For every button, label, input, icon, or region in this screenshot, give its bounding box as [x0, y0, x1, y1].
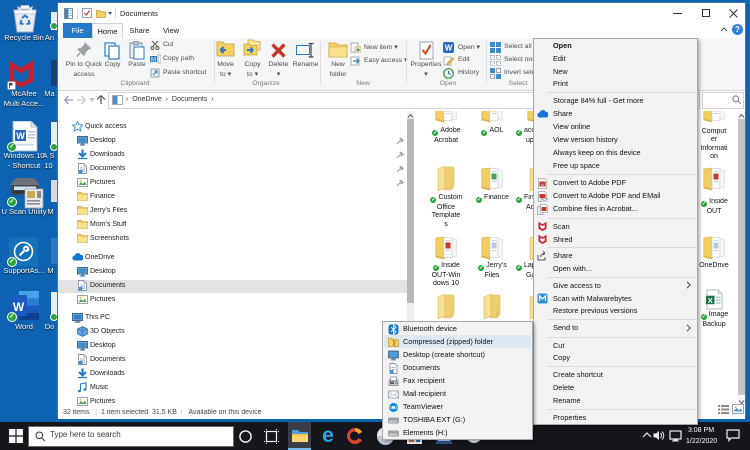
svg-text:X: X [708, 296, 713, 305]
svg-text:W: W [16, 131, 25, 141]
svg-text:M: M [151, 58, 156, 64]
svg-text:A: A [541, 181, 544, 186]
svg-text:W: W [445, 44, 453, 53]
